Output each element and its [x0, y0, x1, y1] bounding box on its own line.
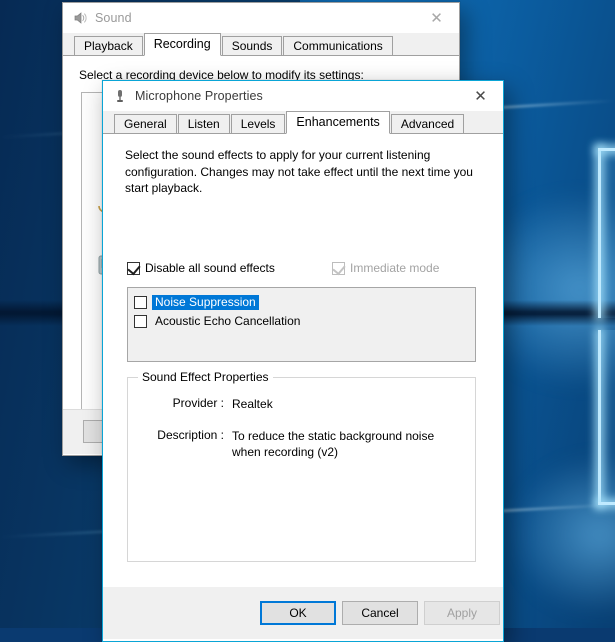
checkbox-label: Immediate mode: [350, 261, 439, 275]
speaker-icon: [72, 10, 88, 26]
tab-levels[interactable]: Levels: [231, 114, 286, 133]
mic-titlebar[interactable]: Microphone Properties ✕: [103, 81, 503, 111]
instructions-text: Select the sound effects to apply for yo…: [125, 147, 477, 197]
list-item-label[interactable]: Acoustic Echo Cancellation: [152, 314, 303, 329]
tab-advanced[interactable]: Advanced: [391, 114, 464, 133]
sound-effects-list[interactable]: Noise Suppression Acoustic Echo Cancella…: [127, 287, 476, 362]
mic-window-title: Microphone Properties: [135, 89, 263, 103]
checkbox-box: [127, 262, 140, 275]
effect-checkbox[interactable]: [134, 296, 147, 309]
checkbox-label: Disable all sound effects: [145, 261, 275, 275]
sound-window-title: Sound: [95, 11, 132, 25]
mic-button-bar: OK Cancel Apply: [103, 587, 503, 639]
tab-recording[interactable]: Recording: [144, 33, 221, 56]
ok-button[interactable]: OK: [260, 601, 336, 625]
microphone-icon: [112, 88, 128, 104]
list-item[interactable]: Noise Suppression: [134, 293, 475, 311]
cancel-button[interactable]: Cancel: [342, 601, 418, 625]
disable-all-sound-effects-checkbox[interactable]: Disable all sound effects: [127, 261, 275, 275]
checkbox-box: [332, 262, 345, 275]
list-item[interactable]: Acoustic Echo Cancellation: [134, 312, 475, 330]
group-caption: Sound Effect Properties: [138, 370, 273, 384]
apply-button: Apply: [424, 601, 500, 625]
close-icon[interactable]: ✕: [414, 3, 459, 32]
tab-enhancements[interactable]: Enhancements: [286, 111, 389, 134]
sound-tab-strip[interactable]: Playback Recording Sounds Communications: [63, 33, 459, 56]
enhancements-panel: Select the sound effects to apply for yo…: [103, 134, 503, 639]
tab-communications[interactable]: Communications: [283, 36, 392, 55]
mic-tab-strip[interactable]: General Listen Levels Enhancements Advan…: [103, 111, 503, 134]
tab-listen[interactable]: Listen: [178, 114, 230, 133]
tab-playback[interactable]: Playback: [74, 36, 143, 55]
effect-checkbox[interactable]: [134, 315, 147, 328]
description-label: Description :: [128, 428, 224, 442]
close-icon[interactable]: ✕: [458, 81, 503, 110]
tab-sounds[interactable]: Sounds: [222, 36, 283, 55]
wallpaper-logo-pane-top: [598, 148, 615, 318]
description-value: To reduce the static background noise wh…: [232, 428, 442, 460]
immediate-mode-checkbox: Immediate mode: [332, 261, 439, 275]
microphone-properties-window[interactable]: Microphone Properties ✕ General Listen L…: [102, 80, 504, 642]
tab-general[interactable]: General: [114, 114, 177, 133]
wallpaper-logo-pane-bottom: [598, 330, 615, 505]
sound-titlebar[interactable]: Sound ✕: [63, 3, 459, 33]
provider-value: Realtek: [232, 396, 442, 412]
list-item-label[interactable]: Noise Suppression: [152, 295, 259, 310]
provider-label: Provider :: [128, 396, 224, 410]
sound-effect-properties-group: Sound Effect Properties Provider : Realt…: [127, 377, 476, 562]
